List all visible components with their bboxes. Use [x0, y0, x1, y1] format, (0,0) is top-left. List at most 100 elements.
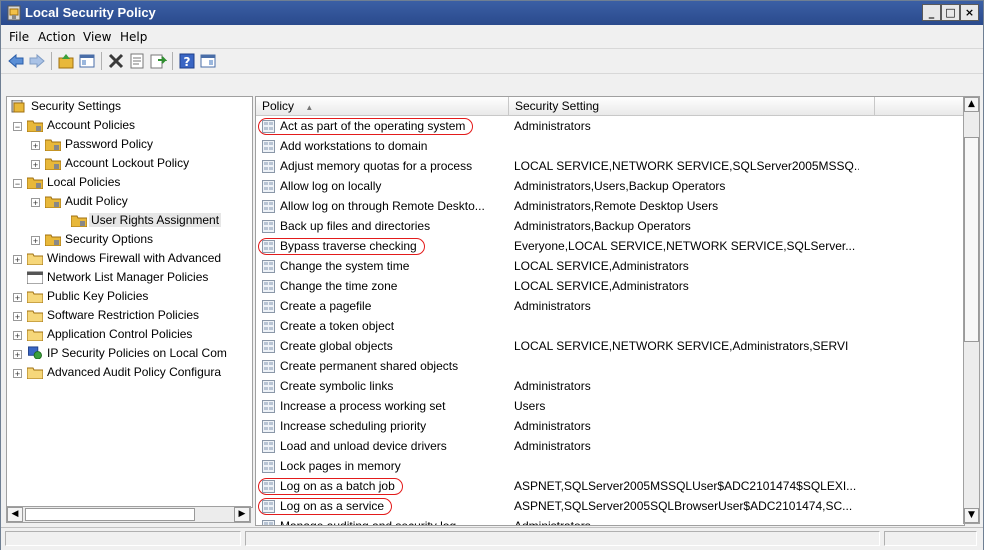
scroll-right-arrow-icon[interactable]: ▶ — [234, 507, 250, 522]
folder-icon — [27, 177, 43, 189]
menu-action[interactable]: Action — [38, 30, 76, 44]
policy-name: Add workstations to domain — [280, 139, 428, 153]
policy-setting-icon — [262, 440, 275, 453]
folder-icon — [27, 367, 43, 379]
policy-setting-icon — [262, 360, 275, 373]
table-row[interactable]: Bypass traverse checking Everyone,LOCAL S… — [256, 237, 964, 257]
policy-setting-icon — [262, 160, 275, 173]
security-setting-value: Administrators,Backup Operators — [514, 219, 691, 233]
table-row[interactable]: Increase a process working set Users — [256, 397, 964, 417]
security-setting-value: Administrators — [514, 299, 591, 313]
status-panel-2 — [245, 531, 880, 546]
table-row[interactable]: Create symbolic links Administrators — [256, 377, 964, 397]
menu-help[interactable]: Help — [120, 30, 147, 44]
close-button[interactable]: × — [960, 4, 979, 21]
collapse-toggle[interactable]: − — [13, 179, 22, 189]
tree-horizontal-scrollbar[interactable]: ◀ ▶ — [6, 506, 251, 523]
scrollbar-thumb[interactable] — [964, 137, 979, 342]
security-setting-value: Administrators — [514, 379, 591, 393]
table-row[interactable]: Lock pages in memory — [256, 457, 964, 477]
column-header-policy[interactable]: Policy ▲ — [256, 97, 509, 116]
table-row[interactable]: Allow log on through Remote Deskto... Adm… — [256, 197, 964, 217]
table-row[interactable]: Increase scheduling priority Administrato… — [256, 417, 964, 437]
folder-icon — [45, 196, 61, 208]
svg-text:?: ? — [184, 55, 191, 69]
expand-toggle[interactable]: + — [13, 312, 22, 322]
show-hide-tree-icon[interactable] — [78, 52, 96, 70]
menu-file[interactable]: File — [9, 30, 29, 44]
table-row[interactable]: Change the time zone LOCAL SERVICE,Admini… — [256, 277, 964, 297]
expand-toggle[interactable]: + — [13, 369, 22, 379]
folder-icon — [27, 329, 43, 341]
expand-toggle[interactable]: + — [13, 255, 22, 265]
table-row[interactable]: Add workstations to domain — [256, 137, 964, 157]
policy-name: Bypass traverse checking — [280, 239, 417, 253]
policy-setting-icon — [262, 400, 275, 413]
toolbar-separator — [101, 52, 102, 70]
policy-setting-icon — [262, 320, 275, 333]
security-policy-icon — [7, 5, 21, 21]
expand-toggle[interactable]: + — [31, 236, 40, 246]
help-icon[interactable]: ? — [178, 52, 196, 70]
policy-setting-icon — [262, 460, 275, 473]
export-list-icon[interactable] — [149, 52, 167, 70]
minimize-button[interactable]: _ — [922, 4, 941, 21]
policy-setting-icon — [262, 480, 275, 493]
table-row[interactable]: Load and unload device drivers Administra… — [256, 437, 964, 457]
expand-toggle[interactable]: + — [31, 141, 40, 151]
title-bar[interactable]: Local Security Policy _ □ × — [1, 1, 983, 25]
table-row[interactable]: Allow log on locally Administrators,Users… — [256, 177, 964, 197]
security-setting-value: LOCAL SERVICE,NETWORK SERVICE,Administra… — [514, 339, 849, 353]
menu-view[interactable]: View — [83, 30, 111, 44]
scrollbar-thumb[interactable] — [25, 508, 195, 521]
show-action-pane-icon[interactable] — [199, 52, 217, 70]
collapse-toggle[interactable]: − — [13, 122, 22, 132]
forward-arrow-icon[interactable] — [28, 52, 46, 70]
expand-toggle[interactable]: + — [31, 160, 40, 170]
expand-toggle[interactable]: + — [13, 331, 22, 341]
policy-setting-icon — [262, 260, 275, 273]
policy-setting-icon — [262, 500, 275, 513]
local-security-policy-window: Local Security Policy _ □ × File Action … — [0, 0, 984, 550]
table-row[interactable]: Act as part of the operating system Admin… — [256, 117, 964, 137]
table-row[interactable]: Create a pagefile Administrators — [256, 297, 964, 317]
column-header-security-setting[interactable]: Security Setting — [509, 97, 875, 116]
properties-icon[interactable] — [128, 52, 146, 70]
scroll-left-arrow-icon[interactable]: ◀ — [7, 507, 23, 522]
expand-toggle[interactable]: + — [13, 293, 22, 303]
table-row[interactable]: Manage auditing and security log Administ… — [256, 517, 964, 525]
ip-security-icon — [28, 346, 42, 359]
table-row[interactable]: Change the system time LOCAL SERVICE,Admi… — [256, 257, 964, 277]
security-settings-icon — [11, 100, 25, 113]
back-arrow-icon[interactable] — [7, 52, 25, 70]
table-row[interactable]: Adjust memory quotas for a process LOCAL … — [256, 157, 964, 177]
table-row[interactable]: Log on as a service ASPNET,SQLServer2005S… — [256, 497, 964, 517]
folder-icon — [71, 215, 87, 227]
table-row[interactable]: Create global objects LOCAL SERVICE,NETWO… — [256, 337, 964, 357]
table-row[interactable]: Back up files and directories Administrat… — [256, 217, 964, 237]
toolbar: ? — [1, 48, 983, 74]
delete-icon[interactable] — [107, 52, 125, 70]
network-list-icon — [27, 271, 43, 284]
table-row[interactable]: Create a token object — [256, 317, 964, 337]
sort-ascending-icon: ▲ — [305, 103, 314, 112]
menu-bar: File Action View Help — [1, 26, 983, 48]
policy-name: Create symbolic links — [280, 379, 394, 393]
security-setting-value: Everyone,LOCAL SERVICE,NETWORK SERVICE,S… — [514, 239, 856, 253]
maximize-button[interactable]: □ — [941, 4, 960, 21]
folder-icon — [27, 253, 43, 265]
policy-setting-icon — [262, 300, 275, 313]
scroll-up-arrow-icon[interactable]: ▲ — [964, 97, 979, 112]
up-folder-icon[interactable] — [57, 52, 75, 70]
column-header-empty[interactable] — [875, 97, 964, 116]
security-setting-value: Administrators,Users,Backup Operators — [514, 179, 726, 193]
expand-toggle[interactable]: + — [13, 350, 22, 360]
scroll-down-arrow-icon[interactable]: ▼ — [964, 508, 979, 523]
expand-toggle[interactable]: + — [31, 198, 40, 208]
security-setting-value: ASPNET,SQLServer2005SQLBrowserUser$ADC21… — [514, 499, 853, 513]
policy-name: Act as part of the operating system — [280, 119, 466, 133]
table-row[interactable]: Log on as a batch job ASPNET,SQLServer200… — [256, 477, 964, 497]
table-row[interactable]: Create permanent shared objects — [256, 357, 964, 377]
list-vertical-scrollbar[interactable]: ▲ ▼ — [963, 96, 980, 524]
policy-name: Create a token object — [280, 319, 395, 333]
